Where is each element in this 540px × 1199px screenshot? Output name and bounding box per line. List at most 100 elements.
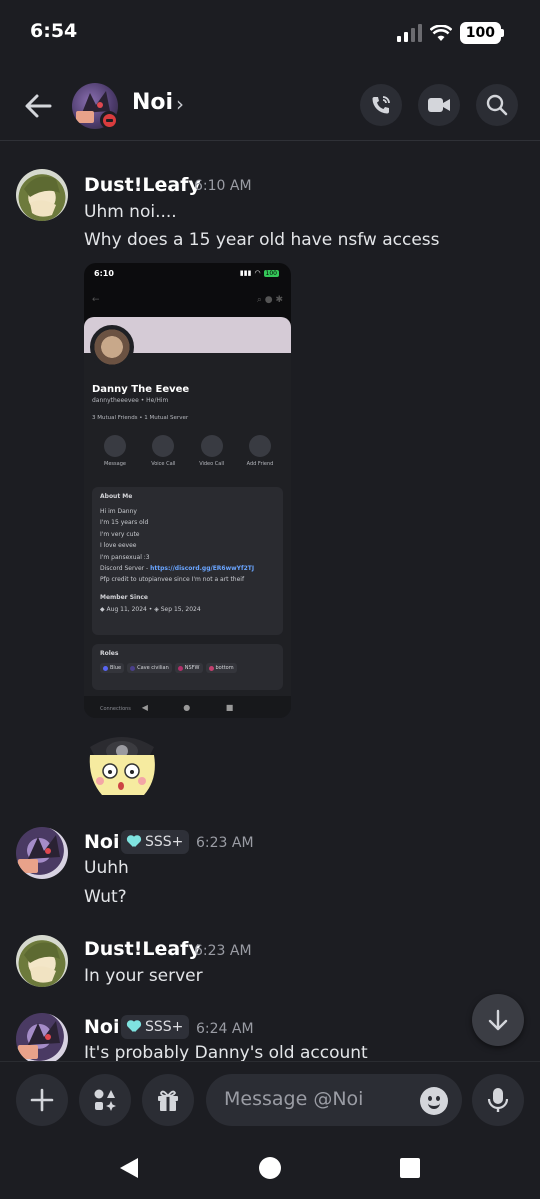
member-since-title: Member Since xyxy=(100,593,148,601)
message-timestamp: 6:10 AM xyxy=(194,178,252,194)
about-line: I'm pansexual :3 xyxy=(100,553,150,561)
profile-actions: Message Voice Call Video Call Add Friend xyxy=(94,435,281,467)
attachment-battery: 100 xyxy=(263,269,279,277)
home-nav-icon[interactable] xyxy=(258,1156,282,1180)
invite-link: https://discord.gg/ER6wwYf2TJ xyxy=(150,565,255,573)
profile-avatar xyxy=(90,325,134,369)
image-attachment[interactable]: 6:10 ▮▮▮ ◠ 100 ← ⌕ ● ✱ Danny The Eevee dan… xyxy=(84,263,291,718)
attachment-nav: ← ⌕ ● ✱ xyxy=(92,295,283,305)
message-text: Uuhh xyxy=(84,858,129,878)
phone-icon xyxy=(372,96,390,114)
jump-to-present-button[interactable] xyxy=(472,994,524,1046)
message-text: Wut? xyxy=(84,887,127,907)
apps-icon xyxy=(94,1089,116,1111)
message-list[interactable]: Dust!Leafy 6:10 AM Uhm noi.... Why does … xyxy=(0,141,540,1061)
status-bar: 6:54 100 xyxy=(0,0,540,70)
add-attachment-button[interactable] xyxy=(16,1074,68,1126)
channel-title[interactable]: Noi xyxy=(132,90,173,115)
message-composer: Message @Noi xyxy=(0,1061,540,1139)
profile-action: Message xyxy=(94,435,136,467)
connections-label: Connections xyxy=(100,706,131,712)
add-friend-icon xyxy=(248,435,271,457)
avatar[interactable] xyxy=(16,935,68,987)
status-time: 6:54 xyxy=(30,20,78,42)
about-line: I love eevee xyxy=(100,542,137,550)
phone-icon xyxy=(152,435,175,457)
message-input[interactable]: Message @Noi xyxy=(206,1074,462,1126)
avatar[interactable] xyxy=(16,1013,68,1061)
server-tag[interactable]: SSS+ xyxy=(121,830,190,854)
sticker[interactable] xyxy=(82,729,162,799)
recents-nav-icon[interactable] xyxy=(399,1157,421,1179)
video-call-button[interactable] xyxy=(418,84,460,126)
search-icon xyxy=(486,94,508,116)
voice-call-button[interactable] xyxy=(360,84,402,126)
search-button[interactable] xyxy=(476,84,518,126)
attachment-nav-icons: ⌕ ● ✱ xyxy=(256,295,283,305)
server-tag-label: SSS+ xyxy=(145,1019,184,1035)
voice-message-button[interactable] xyxy=(472,1074,524,1126)
message-icon xyxy=(104,435,126,457)
message-text: In your server xyxy=(84,966,203,986)
profile-username: dannytheeevee • He/Him xyxy=(92,397,169,404)
system-navigation-bar xyxy=(0,1139,540,1199)
emoji-icon[interactable] xyxy=(420,1087,448,1115)
member-since-dates: ◆ Aug 11, 2024 • ◈ Sep 15, 2024 xyxy=(100,605,201,613)
gift-icon xyxy=(158,1090,178,1111)
attachment-status-time: 6:10 xyxy=(94,269,114,278)
profile-name: Danny The Eevee xyxy=(92,384,190,395)
avatar[interactable] xyxy=(16,827,68,879)
server-tag[interactable]: SSS+ xyxy=(121,1015,190,1039)
message-author[interactable]: Dust!Leafy xyxy=(84,938,201,960)
heart-icon xyxy=(127,836,141,848)
profile-action: Voice Call xyxy=(142,435,184,467)
plus-icon xyxy=(30,1088,54,1112)
video-icon xyxy=(200,435,223,457)
roles-list: Blue Cave civilian NSFW bottom xyxy=(100,663,275,673)
status-icons: 100 xyxy=(396,22,504,44)
about-line: I'm very cute xyxy=(100,530,140,538)
role-chip: Blue xyxy=(100,663,125,673)
apps-button[interactable] xyxy=(79,1074,131,1126)
arrow-down-icon xyxy=(488,1009,508,1031)
channel-header: Noi › xyxy=(0,78,540,138)
about-me-title: About Me xyxy=(100,493,133,500)
arrow-left-icon: ← xyxy=(92,295,100,305)
chevron-right-icon[interactable]: › xyxy=(176,92,184,116)
about-line: I'm 15 years old xyxy=(100,519,149,527)
video-icon xyxy=(428,98,450,112)
profile-action: Video Call xyxy=(191,435,233,467)
avatar[interactable] xyxy=(16,169,68,221)
wifi-icon xyxy=(429,24,452,41)
heart-icon xyxy=(127,1021,141,1033)
profile-action: Add Friend xyxy=(239,435,281,467)
gift-button[interactable] xyxy=(142,1074,194,1126)
battery-icon: 100 xyxy=(459,22,504,44)
about-line: Discord Server - https://discord.gg/ER6w… xyxy=(100,565,255,573)
message-text: It's probably Danny's old account xyxy=(84,1043,368,1061)
about-me-box: About Me Hi im Danny I'm 15 years old I'… xyxy=(92,487,283,635)
message-author[interactable]: Noi xyxy=(84,1016,119,1038)
message-input-placeholder: Message @Noi xyxy=(224,1088,364,1110)
message-timestamp: 6:23 AM xyxy=(196,835,254,851)
mic-icon xyxy=(487,1088,509,1112)
about-line: Pfp credit to utopianvee since I'm not a… xyxy=(100,576,245,584)
arrow-left-icon xyxy=(25,94,52,118)
message-text: Uhm noi.... xyxy=(84,202,177,222)
role-chip: Cave civilian xyxy=(127,663,172,673)
message-author[interactable]: Dust!Leafy xyxy=(84,174,201,196)
message-text: Why does a 15 year old have nsfw access xyxy=(84,230,440,250)
message-timestamp: 6:24 AM xyxy=(196,1021,254,1037)
signal-icon xyxy=(396,24,422,42)
message-author[interactable]: Noi xyxy=(84,831,119,853)
dnd-status-icon xyxy=(100,111,118,129)
role-chip: NSFW xyxy=(174,663,203,673)
roles-title: Roles xyxy=(100,650,119,657)
battery-level: 100 xyxy=(459,22,501,44)
server-tag-label: SSS+ xyxy=(145,834,184,850)
roles-box: Roles Blue Cave civilian NSFW bottom xyxy=(92,644,283,690)
back-button[interactable] xyxy=(20,88,56,124)
message-timestamp: 6:23 AM xyxy=(194,943,252,959)
back-nav-icon[interactable] xyxy=(118,1156,142,1180)
about-line: Hi im Danny xyxy=(100,508,137,515)
